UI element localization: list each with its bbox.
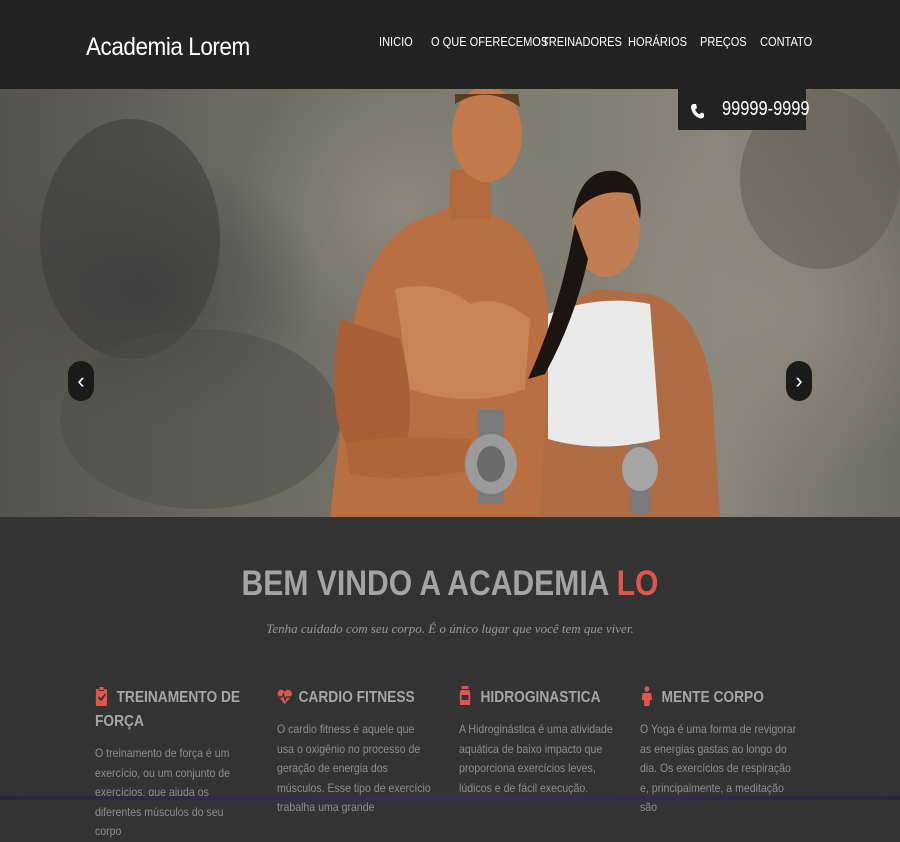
heart-pulse-icon <box>277 688 292 708</box>
slider-prev-button[interactable]: ‹ <box>68 361 94 401</box>
welcome-tagline: Tenha cuidado com seu corpo. É o único l… <box>266 621 634 636</box>
phone-contact-box[interactable]: 99999-9999 <box>678 89 810 130</box>
slider-next-button[interactable]: › <box>786 361 812 401</box>
feature-title: MENTE CORPO <box>661 689 764 706</box>
welcome-title-accent: LO <box>616 564 659 603</box>
person-icon <box>640 686 655 706</box>
feature-description: O cardio fitness é aquele que usa o oxig… <box>277 722 431 814</box>
nav-link-o-que-oferecemos[interactable]: O QUE OFERECEMOS <box>431 34 548 49</box>
site-logo[interactable]: Academia Lorem <box>86 33 250 62</box>
man-figure <box>330 89 555 517</box>
feature-description: O treinamento de força é um exercício, o… <box>95 746 231 838</box>
feature-title: HIDROGINASTICA <box>480 689 601 706</box>
feature-hidroginastica: HIDROGINASTICA A Hidroginástica é uma at… <box>459 686 629 798</box>
phone-number: 99999-9999 <box>722 98 810 120</box>
nav-link-treinadores[interactable]: TREINADORES <box>542 34 622 49</box>
feature-description: A Hidroginástica é uma atividade aquátic… <box>459 722 613 795</box>
nav-link-precos[interactable]: PREÇOS <box>700 34 747 49</box>
water-bottle-icon <box>459 686 474 706</box>
nav-link-horarios[interactable]: HORÁRIOS <box>628 34 687 49</box>
feature-treinamento-de-forca: TREINAMENTO DE FORÇA O treinamento de fo… <box>95 686 265 842</box>
feature-title: TREINAMENTO DE FORÇA <box>95 689 241 730</box>
nav-link-inicio[interactable]: INICIO <box>379 34 413 49</box>
hero-slider: ‹ › <box>0 89 900 517</box>
phone-icon <box>690 102 704 118</box>
chevron-right-icon: › <box>795 368 803 393</box>
feature-title: CARDIO FITNESS <box>298 689 415 706</box>
clipboard-icon <box>95 686 110 706</box>
chevron-left-icon: ‹ <box>77 368 85 393</box>
woman-figure <box>528 170 720 517</box>
site-header: Academia Lorem INICIO O QUE OFERECEMOS T… <box>0 0 900 89</box>
nav-link-contato[interactable]: CONTATO <box>760 34 812 49</box>
welcome-title: BEM VINDO A ACADEMIA LO <box>63 564 837 604</box>
feature-description: O Yoga é uma forma de revigorar as energ… <box>640 722 797 814</box>
bottom-strip <box>0 796 900 800</box>
hero-image <box>40 89 900 517</box>
welcome-title-main: BEM VINDO A ACADEMIA <box>241 564 617 603</box>
